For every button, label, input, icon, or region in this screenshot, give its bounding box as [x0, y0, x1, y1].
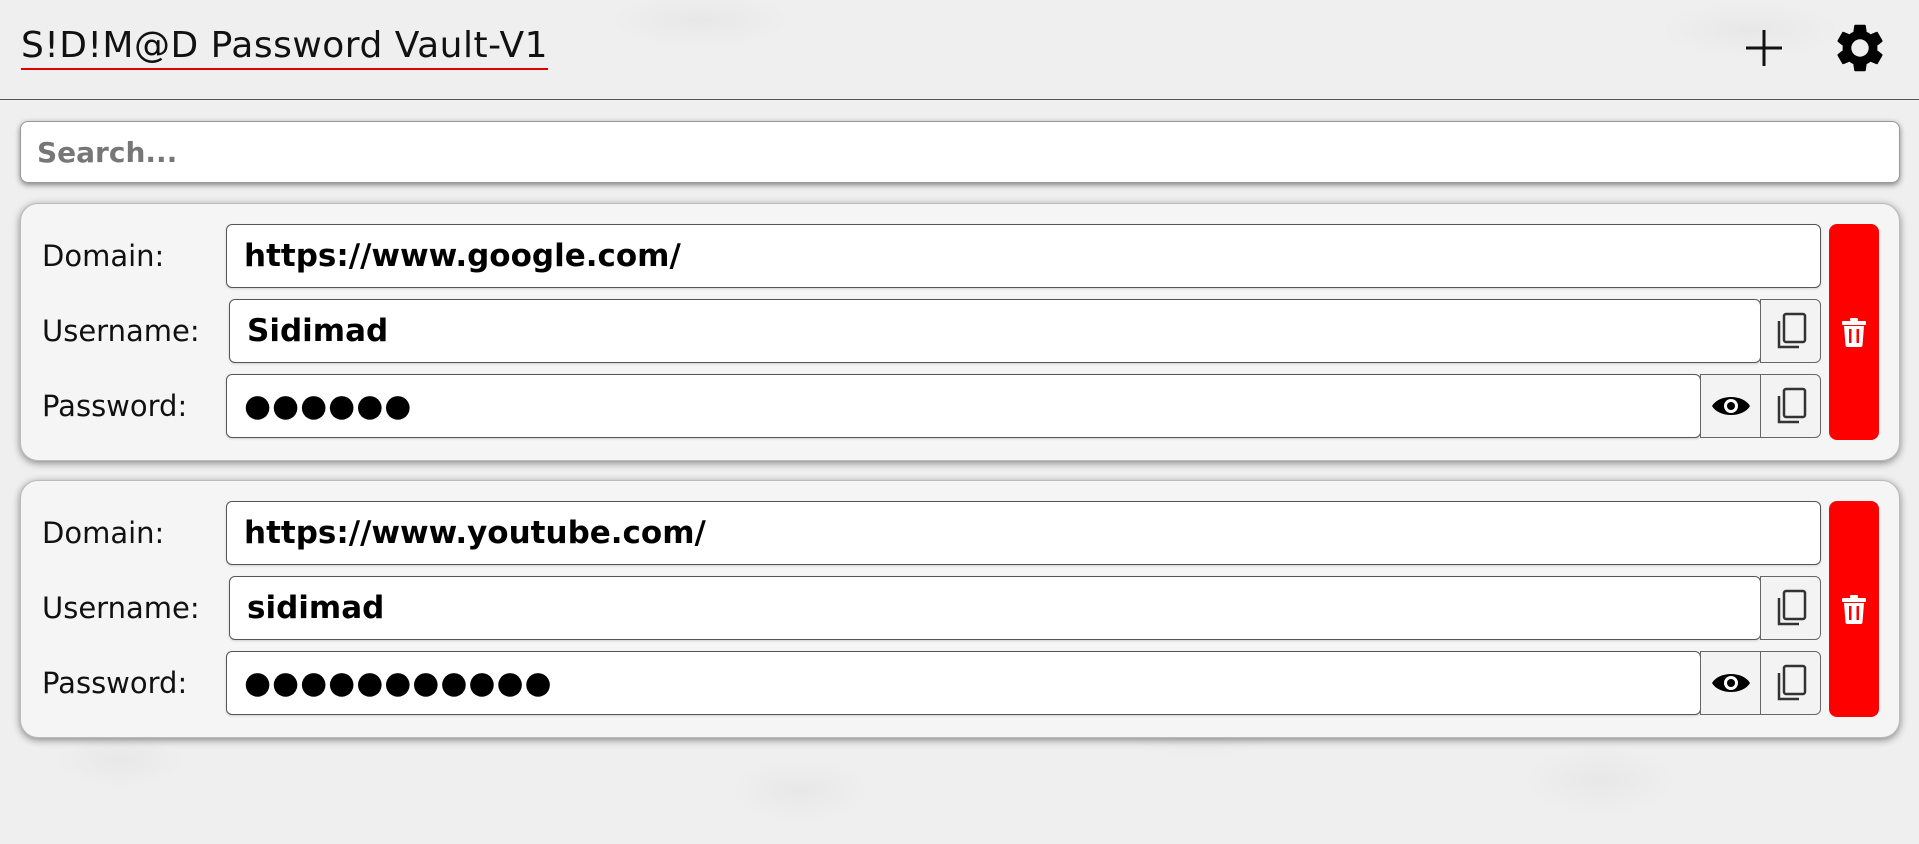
copy-username-button[interactable] — [1760, 576, 1821, 640]
add-entry-button[interactable] — [1734, 18, 1794, 78]
settings-button[interactable] — [1830, 18, 1890, 78]
copy-password-button[interactable] — [1760, 374, 1821, 438]
delete-entry-button[interactable] — [1829, 501, 1879, 717]
copy-icon — [1777, 589, 1806, 626]
copy-username-button[interactable] — [1760, 299, 1821, 363]
copy-icon — [1777, 312, 1806, 349]
domain-field[interactable]: https://www.google.com/ — [226, 224, 1821, 288]
search-input[interactable] — [20, 121, 1900, 183]
eye-icon — [1711, 397, 1750, 415]
copy-password-button[interactable] — [1760, 651, 1821, 715]
show-password-button[interactable] — [1700, 651, 1761, 715]
password-entry-card: Domain: https://www.google.com/ Username… — [20, 203, 1900, 461]
plus-icon — [1746, 30, 1782, 66]
app-title: S!D!M@D Password Vault-V1 — [21, 26, 548, 70]
username-field[interactable]: Sidimad — [229, 299, 1761, 363]
copy-icon — [1777, 387, 1806, 424]
show-password-button[interactable] — [1700, 374, 1761, 438]
copy-icon — [1777, 664, 1806, 701]
domain-label: Domain: — [42, 516, 165, 550]
password-field[interactable]: ●●●●●●●●●●● — [226, 651, 1701, 715]
domain-field[interactable]: https://www.youtube.com/ — [226, 501, 1821, 565]
domain-label: Domain: — [42, 239, 165, 273]
trash-icon — [1842, 595, 1866, 624]
password-entry-card: Domain: https://www.youtube.com/ Usernam… — [20, 480, 1900, 738]
username-field[interactable]: sidimad — [229, 576, 1761, 640]
header-bar: S!D!M@D Password Vault-V1 — [0, 0, 1919, 100]
password-label: Password: — [42, 666, 188, 700]
trash-icon — [1842, 318, 1866, 347]
username-label: Username: — [42, 314, 200, 348]
app-root: S!D!M@D Password Vault-V1 Domain: https:… — [0, 0, 1919, 844]
password-field[interactable]: ●●●●●● — [226, 374, 1701, 438]
username-label: Username: — [42, 591, 200, 625]
password-label: Password: — [42, 389, 188, 423]
delete-entry-button[interactable] — [1829, 224, 1879, 440]
gear-icon — [1837, 24, 1883, 72]
eye-icon — [1711, 674, 1750, 692]
